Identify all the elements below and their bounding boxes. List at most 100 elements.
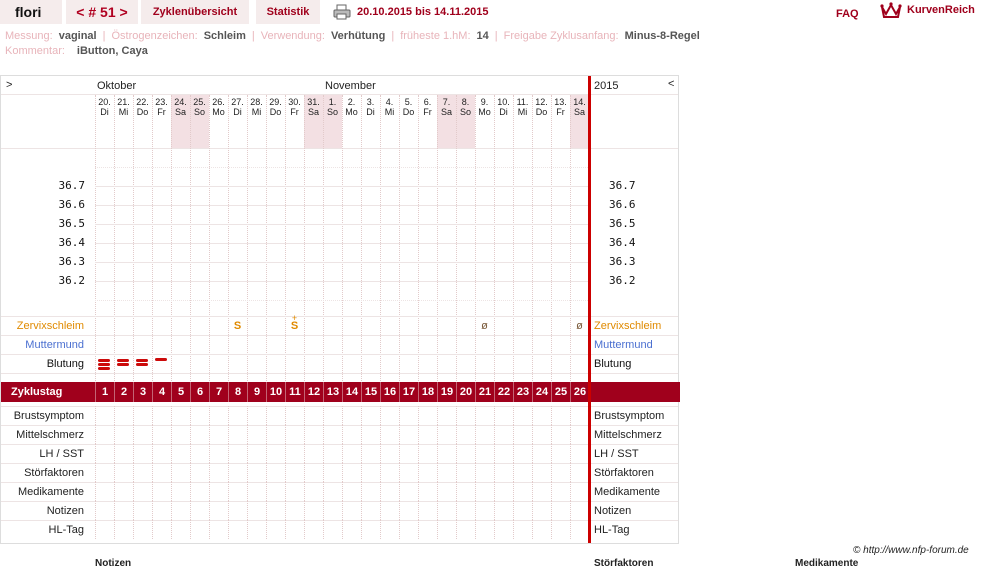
grid-line [323,444,324,463]
grid-line [456,425,457,444]
day-column-header[interactable]: 25. So [190,97,209,117]
cycle-day-number[interactable]: 3 [133,382,152,402]
day-column-header[interactable]: 26. Mo [209,97,228,117]
printer-icon[interactable] [333,4,351,20]
cycle-day-number[interactable]: 17 [399,382,418,402]
day-column-header[interactable]: 20. Di [95,97,114,117]
symptom-row-label: Notizen [46,505,84,517]
day-column-header[interactable]: 12. Do [532,97,551,117]
day-column-header[interactable]: 8. So [456,97,475,117]
cycle-day-number[interactable]: 4 [152,382,171,402]
cycle-day-number[interactable]: 11 [285,382,304,402]
day-column-header[interactable]: 14. Sa [570,97,589,117]
day-column-header[interactable]: 24. Sa [171,97,190,117]
grid-line [171,463,172,482]
cervical-mucus-mark[interactable]: ø [475,320,494,332]
day-column-header[interactable]: 22. Do [133,97,152,117]
day-column-header[interactable]: 29. Do [266,97,285,117]
cycle-day-number[interactable]: 14 [342,382,361,402]
day-weekday: Fr [556,107,565,117]
cycle-day-number[interactable]: 21 [475,382,494,402]
day-column-header[interactable]: 7. Sa [437,97,456,117]
day-date: 31. [307,97,320,107]
cycle-day-number[interactable]: 16 [380,382,399,402]
tab-cycle-overview[interactable]: Zyklenübersicht [141,0,249,24]
cycle-day-number[interactable]: 13 [323,382,342,402]
next-cycle-button[interactable]: > [120,4,128,20]
grid-line [437,520,438,539]
day-column-header[interactable]: 9. Mo [475,97,494,117]
day-date: 5. [404,97,413,107]
cycle-day-number[interactable]: 2 [114,382,133,402]
grid-line [399,463,400,482]
grid-line [285,463,286,482]
cervical-mucus-mark[interactable]: + S [285,314,304,332]
day-column-header[interactable]: 11. Mi [513,97,532,117]
cycle-day-number[interactable]: 10 [266,382,285,402]
cycle-day-number[interactable]: 12 [304,382,323,402]
cycle-day-number[interactable]: 23 [513,382,532,402]
faq-link[interactable]: FAQ [836,8,859,20]
cycle-day-number[interactable]: 1 [95,382,114,402]
grid-line [532,501,533,520]
grid-line [570,501,571,520]
scroll-right-button[interactable]: < [668,78,674,90]
grid-line [437,95,438,381]
day-column-header[interactable]: 31. Sa [304,97,323,117]
day-column-header[interactable]: 21. Mi [114,97,133,117]
day-column-header[interactable]: 4. Mi [380,97,399,117]
grid-line [475,482,476,501]
grid-line [114,425,115,444]
cycle-day-number[interactable]: 8 [228,382,247,402]
day-column-header[interactable]: 1. So [323,97,342,117]
day-column-header[interactable]: 27. Di [228,97,247,117]
cervical-mucus-mark[interactable]: S [228,320,247,332]
day-column-header[interactable]: 23. Fr [152,97,171,117]
grid-line [513,501,514,520]
temperature-gridline [95,243,588,244]
cycle-day-number[interactable]: 9 [247,382,266,402]
day-weekday: Fr [290,107,299,117]
grid-line [475,406,476,425]
grid-line [266,444,267,463]
day-column-header[interactable]: 3. Di [361,97,380,117]
grid-line [456,444,457,463]
symptom-row-label-right: LH / SST [594,448,639,460]
day-column-header[interactable]: 28. Mi [247,97,266,117]
crown-logo-icon[interactable] [880,2,902,20]
cycle-day-number[interactable]: 5 [171,382,190,402]
cycle-day-number[interactable]: 20 [456,382,475,402]
cycle-day-number[interactable]: 26 [570,382,589,402]
scroll-left-button[interactable]: > [6,79,12,91]
cycle-day-number[interactable]: 6 [190,382,209,402]
divider [1,354,678,355]
day-column-header[interactable]: 2. Mo [342,97,361,117]
cycle-day-number[interactable]: 25 [551,382,570,402]
tab-statistics[interactable]: Statistik [256,0,320,24]
day-column-header[interactable]: 5. Do [399,97,418,117]
day-column-header[interactable]: 6. Fr [418,97,437,117]
temperature-tick-right: 36.3 [609,255,636,268]
day-column-header[interactable]: 30. Fr [285,97,304,117]
cycle-day-number[interactable]: 24 [532,382,551,402]
cervical-mucus-mark[interactable]: ø [570,320,589,332]
grid-line [209,444,210,463]
grid-line [399,520,400,539]
cycle-day-number[interactable]: 7 [209,382,228,402]
day-weekday: Mi [384,107,395,117]
day-column-header[interactable]: 13. Fr [551,97,570,117]
grid-line [171,406,172,425]
previous-cycle-button[interactable]: < [76,4,84,20]
day-column-header[interactable]: 10. Di [494,97,513,117]
cycle-day-number[interactable]: 15 [361,382,380,402]
cycle-day-number[interactable]: 19 [437,382,456,402]
temperature-tick-left: 36.7 [58,179,86,192]
user-name: flori [0,0,62,24]
symptom-row-label-right: Mittelschmerz [594,429,662,441]
grid-line [513,406,514,425]
cycle-day-number[interactable]: 18 [418,382,437,402]
brand-name[interactable]: KurvenReich [907,4,975,16]
grid-line [114,520,115,539]
cycle-day-number[interactable]: 22 [494,382,513,402]
grid-line [418,425,419,444]
